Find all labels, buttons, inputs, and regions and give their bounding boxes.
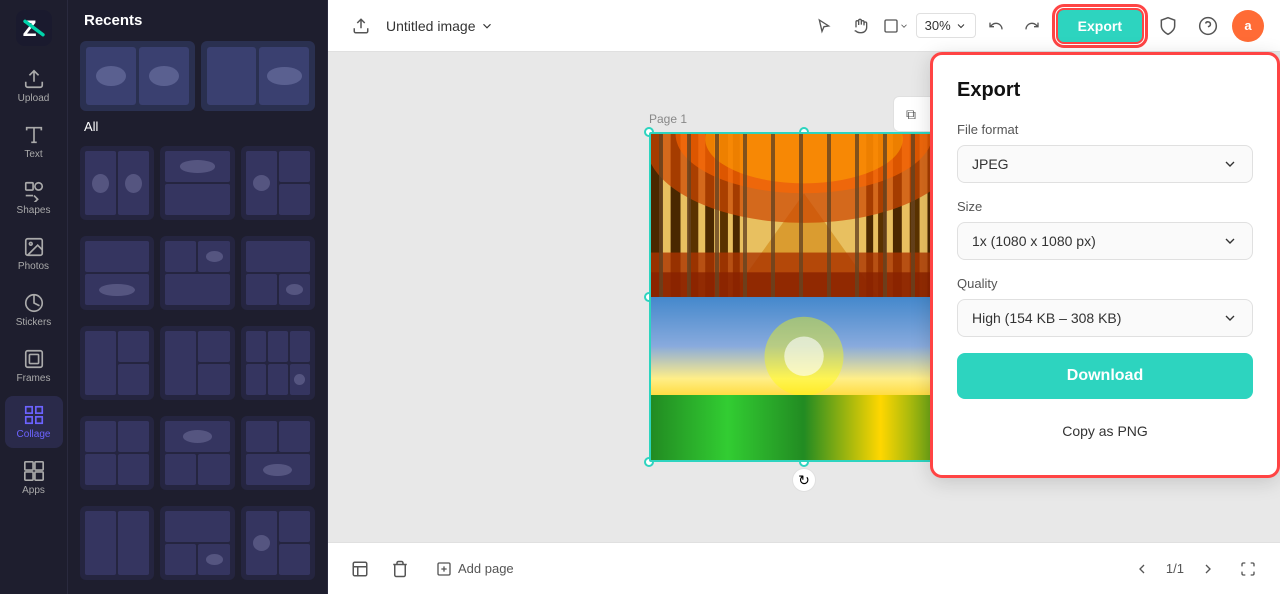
file-format-select[interactable]: JPEG (957, 145, 1253, 183)
sidebar: Z Upload Text Shapes Photos (0, 0, 68, 594)
template-thumb-large-1[interactable] (80, 41, 195, 111)
list-item[interactable] (80, 506, 154, 580)
copy-png-button[interactable]: Copy as PNG (957, 411, 1253, 451)
delete-page-button[interactable] (384, 553, 416, 585)
canvas-frame: Page 1 ⧉ ··· (649, 132, 959, 462)
app-logo[interactable]: Z (14, 8, 54, 48)
list-item[interactable] (80, 146, 154, 220)
sidebar-item-text[interactable]: Text (5, 116, 63, 168)
export-panel-title: Export (957, 79, 1253, 102)
download-button[interactable]: Download (957, 353, 1253, 399)
list-item[interactable] (241, 236, 315, 310)
templates-grid (68, 142, 327, 594)
list-item[interactable] (160, 416, 234, 490)
sidebar-item-shapes[interactable]: Shapes (5, 172, 63, 224)
prev-page-button[interactable] (1126, 553, 1158, 585)
sidebar-upload-label: Upload (18, 93, 50, 104)
size-select[interactable]: 1x (1080 x 1080 px) (957, 222, 1253, 260)
size-chevron-icon (1222, 233, 1238, 249)
page-thumbnail-button[interactable] (344, 553, 376, 585)
rotate-handle[interactable]: ↻ (792, 468, 816, 492)
select-tool-button[interactable] (808, 10, 840, 42)
sidebar-item-frames[interactable]: Frames (5, 340, 63, 392)
bottom-bar: Add page 1/1 (328, 542, 1280, 594)
zoom-chevron-icon (955, 20, 967, 32)
page-label: Page 1 (649, 112, 687, 126)
sidebar-text-label: Text (24, 149, 42, 160)
image-bottom (651, 297, 957, 460)
format-chevron-icon (1222, 156, 1238, 172)
list-item[interactable] (80, 416, 154, 490)
main-canvas: Untitled image (328, 0, 1280, 594)
sidebar-apps-label: Apps (22, 485, 45, 496)
list-item[interactable] (80, 326, 154, 400)
help-button[interactable] (1192, 10, 1224, 42)
sidebar-item-upload[interactable]: Upload (5, 60, 63, 112)
list-item[interactable] (160, 236, 234, 310)
hand-tool-button[interactable] (844, 10, 876, 42)
canvas-content (649, 132, 959, 462)
shield-button[interactable] (1152, 10, 1184, 42)
sidebar-frames-label: Frames (17, 373, 51, 384)
left-panel: Recents All (68, 0, 328, 594)
section-all-label: All (68, 115, 327, 142)
list-item[interactable] (241, 506, 315, 580)
add-page-button[interactable]: Add page (424, 555, 526, 583)
sidebar-photos-label: Photos (18, 261, 49, 272)
export-panel: Export File format JPEG Size 1x (1080 x … (930, 52, 1280, 478)
user-avatar[interactable]: a (1232, 10, 1264, 42)
sidebar-collage-label: Collage (17, 429, 51, 440)
duplicate-button[interactable]: ⧉ (898, 101, 924, 127)
quality-label: Quality (957, 276, 1253, 291)
frame-chevron-icon (899, 21, 909, 31)
image-top (651, 134, 957, 297)
sidebar-item-collage[interactable]: Collage (5, 396, 63, 448)
redo-button[interactable] (1016, 10, 1048, 42)
sidebar-item-stickers[interactable]: Stickers (5, 284, 63, 336)
size-label: Size (957, 199, 1253, 214)
frame-tool-button[interactable] (880, 10, 912, 42)
title-chevron-icon (480, 19, 494, 33)
document-title[interactable]: Untitled image (386, 18, 494, 34)
zoom-control[interactable]: 30% (916, 13, 976, 38)
toolbar-tools: 30% (808, 10, 1048, 42)
list-item[interactable] (80, 236, 154, 310)
list-item[interactable] (241, 146, 315, 220)
sidebar-shapes-label: Shapes (17, 205, 51, 216)
list-item[interactable] (160, 326, 234, 400)
fullscreen-button[interactable] (1232, 553, 1264, 585)
file-format-label: File format (957, 122, 1253, 137)
next-page-button[interactable] (1192, 553, 1224, 585)
quality-chevron-icon (1222, 310, 1238, 326)
undo-button[interactable] (980, 10, 1012, 42)
canvas-toolbar: Untitled image (328, 0, 1280, 52)
sidebar-stickers-label: Stickers (16, 317, 52, 328)
page-indicator: 1/1 (1166, 561, 1184, 576)
template-thumb-large-2[interactable] (201, 41, 316, 111)
sidebar-item-apps[interactable]: Apps (5, 452, 63, 504)
upload-button[interactable] (344, 13, 378, 39)
sidebar-item-photos[interactable]: Photos (5, 228, 63, 280)
list-item[interactable] (160, 146, 234, 220)
page-navigation: 1/1 (1126, 553, 1264, 585)
list-item[interactable] (241, 326, 315, 400)
export-button[interactable]: Export (1056, 8, 1144, 44)
list-item[interactable] (160, 506, 234, 580)
list-item[interactable] (241, 416, 315, 490)
panel-header: Recents (68, 0, 327, 37)
quality-select[interactable]: High (154 KB – 308 KB) (957, 299, 1253, 337)
